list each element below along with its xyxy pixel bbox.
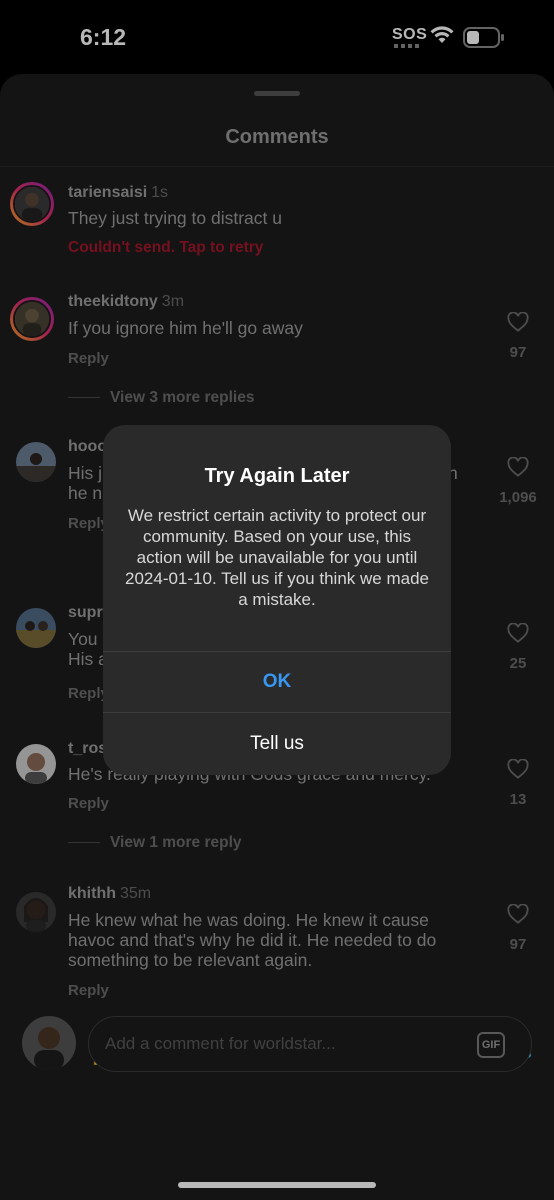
alert-message: We restrict certain activity to protect …: [125, 506, 429, 609]
tell-us-button[interactable]: Tell us: [103, 713, 451, 775]
ok-button[interactable]: OK: [103, 652, 451, 712]
try-again-alert: Try Again Later We restrict certain acti…: [103, 425, 451, 775]
alert-title: Try Again Later: [204, 465, 350, 487]
